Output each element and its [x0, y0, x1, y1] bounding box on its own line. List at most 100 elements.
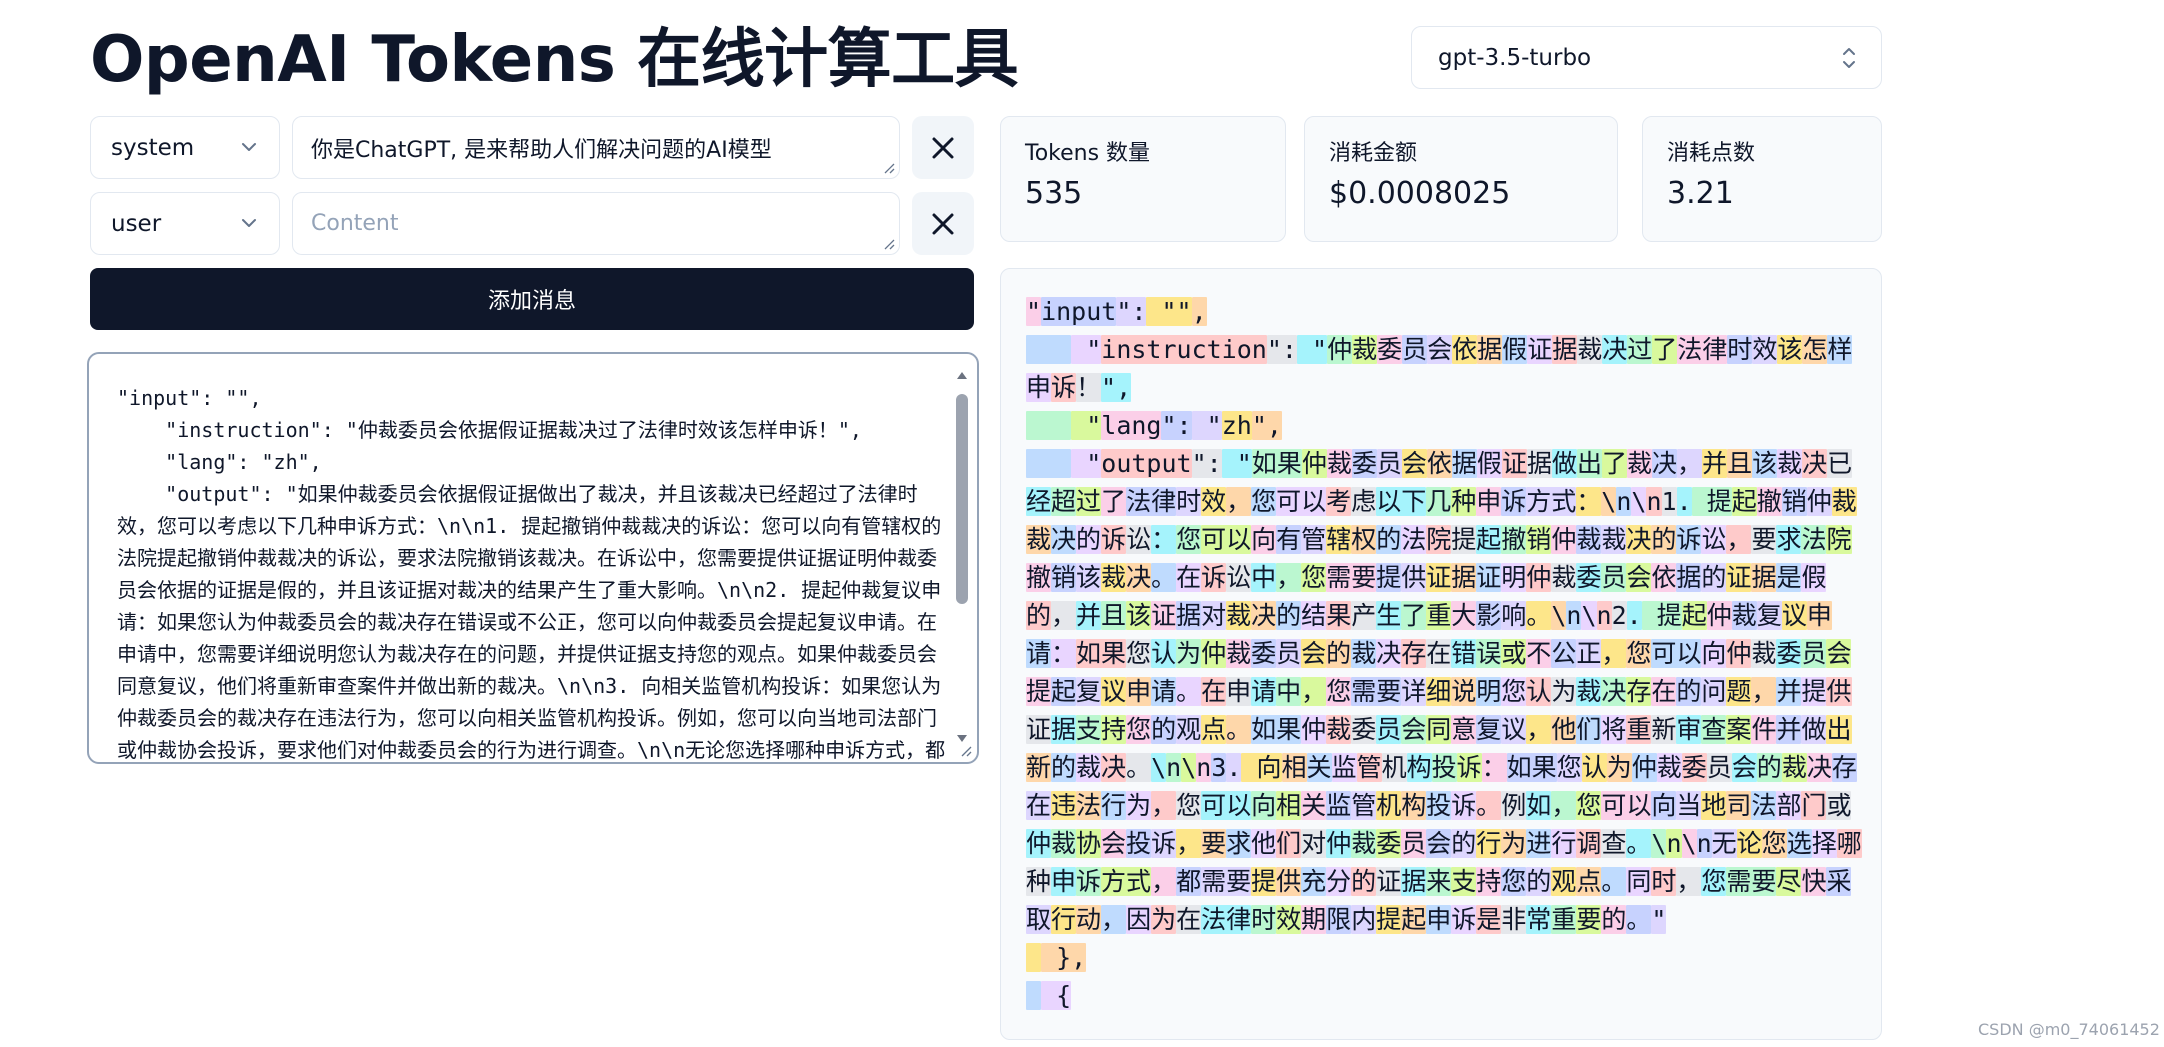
token-chip: 裁: [1576, 677, 1602, 706]
token-chip: 委: [1376, 829, 1402, 858]
delete-message-button[interactable]: [912, 116, 974, 179]
token-chip: 2: [1611, 601, 1627, 630]
scroll-up-arrow-icon[interactable]: [955, 368, 969, 382]
token-chip: 该: [1076, 563, 1102, 592]
scroll-down-arrow-icon[interactable]: [955, 732, 969, 746]
token-chip: 诉: [1451, 791, 1477, 820]
token-chip: 会: [1401, 715, 1427, 744]
resize-grip-icon[interactable]: [960, 745, 972, 757]
token-chip: 裁: [1351, 639, 1377, 668]
token-chip: 向: [1701, 639, 1727, 668]
token-chip: 裁: [1781, 753, 1807, 782]
token-chip: 经: [1026, 487, 1052, 516]
token-chip: 件: [1751, 715, 1777, 744]
token-chip: 决: [1602, 335, 1628, 364]
token-chip: 向: [1251, 791, 1277, 820]
token-chip: 决: [1051, 525, 1077, 554]
token-chip: 并: [1776, 677, 1802, 706]
token-chip: 在: [1176, 905, 1202, 934]
token-chip: ，: [1526, 715, 1552, 744]
token-chip: 已: [1827, 449, 1853, 478]
token-chip: 您: [1176, 791, 1202, 820]
token-chip: 超: [1051, 487, 1077, 516]
token-chip: 调: [1576, 829, 1602, 858]
token-chip: 生: [1376, 601, 1402, 630]
token-chip: 快: [1801, 867, 1827, 896]
token-chip: 时: [1651, 867, 1677, 896]
token-chip: 复: [1756, 601, 1782, 630]
token-chip: 可以: [1651, 639, 1702, 668]
token-chip: 效: [1201, 487, 1227, 516]
token-chip: ，: [1051, 601, 1077, 630]
token-chip: 仲: [1301, 449, 1327, 478]
token-chip: 法: [1801, 525, 1827, 554]
token-chip: 需要: [1326, 563, 1377, 592]
token-chip: 诉: [1676, 525, 1702, 554]
token-chip: [1026, 943, 1042, 972]
close-icon: [932, 137, 954, 158]
token-chip: 复: [1476, 715, 1502, 744]
token-chip: 求: [1226, 829, 1252, 858]
model-select[interactable]: gpt-3.5-turbo: [1411, 26, 1882, 89]
token-chip: 复: [1076, 677, 1102, 706]
token-chip: 申: [1051, 867, 1077, 896]
message-content-input[interactable]: 你是ChatGPT, 是来帮助人们解决问题的AI模型: [292, 116, 900, 179]
token-chip: 错: [1451, 639, 1477, 668]
scrollbar-thumb[interactable]: [956, 394, 968, 604]
token-chip: 委: [1681, 753, 1707, 782]
token-chip: 据: [1451, 449, 1477, 478]
token-chip: 起: [1476, 525, 1502, 554]
token-chip: 起: [1731, 487, 1757, 516]
token-chip: 明: [1476, 677, 1502, 706]
token-chip: ，: [1601, 639, 1627, 668]
token-chip: 为: [1126, 791, 1152, 820]
token-chip: 门: [1801, 791, 1827, 820]
role-select-user[interactable]: user: [90, 192, 280, 255]
token-chip: 员: [1402, 335, 1428, 364]
token-chip: 裁: [1226, 639, 1252, 668]
token-chip: 的: [1351, 867, 1377, 896]
scrollbar[interactable]: [955, 368, 969, 746]
token-chip: 裁: [1101, 563, 1127, 592]
token-chip: ，: [1726, 525, 1752, 554]
token-chip: 裁: [1352, 335, 1378, 364]
token-chip: 仲: [1301, 715, 1327, 744]
token-chip: ": [1026, 297, 1042, 326]
token-chip: 限: [1326, 905, 1352, 934]
token-chip: 仲: [1326, 829, 1352, 858]
token-chip: 裁: [1627, 449, 1653, 478]
token-chip: 权: [1351, 525, 1377, 554]
token-chip: 同: [1426, 715, 1452, 744]
token-chip: [1026, 411, 1072, 440]
token-chip: 为: [1176, 639, 1202, 668]
token-chip: 持: [1101, 715, 1127, 744]
token-chip: 仲: [1026, 829, 1052, 858]
add-message-button[interactable]: 添加消息: [90, 268, 974, 330]
token-chip: 果: [1326, 601, 1352, 630]
token-chip: 如果: [1076, 639, 1127, 668]
token-chip: 撤: [1756, 487, 1782, 516]
token-chip: 司: [1726, 791, 1752, 820]
token-chip: 院: [1426, 525, 1452, 554]
token-chip: 结: [1301, 601, 1327, 630]
token-chip: 支: [1076, 715, 1102, 744]
token-chip: 的: [1451, 829, 1477, 858]
token-chip: 为: [1151, 905, 1177, 934]
cost-value: $0.0008025: [1329, 176, 1511, 211]
token-chip: 法: [1401, 525, 1427, 554]
token-chip: ：: [1051, 639, 1077, 668]
token-chip: 了: [1401, 601, 1427, 630]
token-chip: 。: [1626, 905, 1652, 934]
token-chip: 说: [1451, 677, 1477, 706]
token-chip: zh: [1221, 411, 1252, 440]
token-chip: 有: [1276, 525, 1302, 554]
token-chip: 1: [1661, 487, 1677, 516]
message-content-input[interactable]: Content: [292, 192, 900, 255]
resize-grip-icon[interactable]: [883, 162, 895, 174]
json-input-textarea[interactable]: "input": "", "instruction": "仲裁委员会依据假证据裁…: [87, 352, 979, 764]
token-chip: 的: [1601, 905, 1627, 934]
resize-grip-icon[interactable]: [883, 238, 895, 250]
role-select-system[interactable]: system: [90, 116, 280, 179]
delete-message-button[interactable]: [912, 192, 974, 255]
token-chip: \: [1651, 829, 1667, 858]
